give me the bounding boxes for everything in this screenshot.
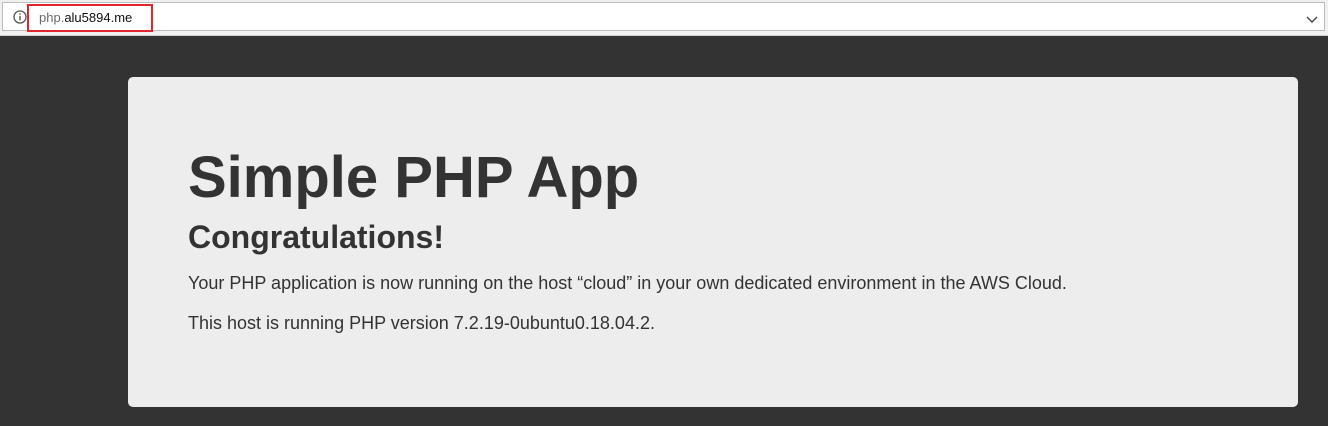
- content-panel: Simple PHP App Congratulations! Your PHP…: [128, 77, 1298, 407]
- url-field[interactable]: php.alu5894.me: [2, 2, 1325, 32]
- host-message: Your PHP application is now running on t…: [188, 273, 1067, 293]
- info-icon[interactable]: [13, 10, 27, 24]
- php-version-message: This host is running PHP version 7.2.19-…: [188, 313, 655, 333]
- page-subtitle: Congratulations!: [188, 219, 444, 255]
- page-title: Simple PHP App: [188, 145, 640, 210]
- url-subdomain: php.: [39, 10, 65, 25]
- url-text[interactable]: php.alu5894.me: [39, 10, 132, 26]
- chevron-down-icon[interactable]: [1306, 12, 1318, 23]
- browser-address-bar: php.alu5894.me: [0, 0, 1328, 36]
- url-domain: alu5894.me: [64, 10, 133, 25]
